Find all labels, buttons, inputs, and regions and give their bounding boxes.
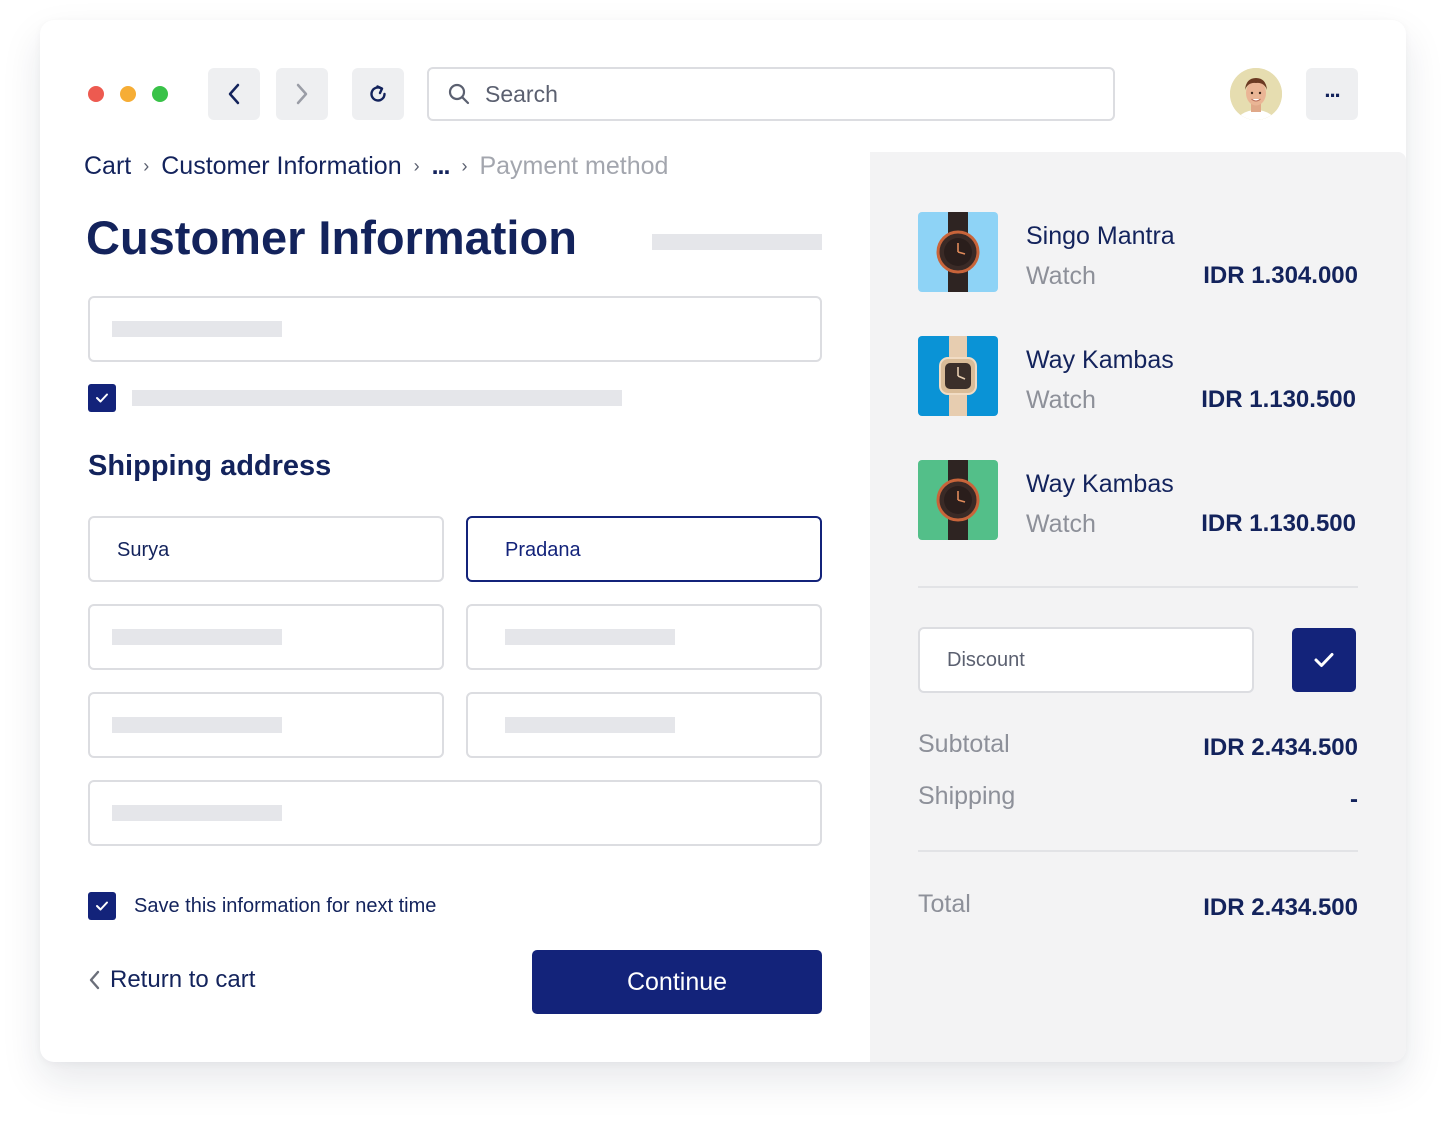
search-input[interactable] [485, 80, 1045, 108]
item-category: Watch [1026, 262, 1096, 290]
product-thumbnail [918, 212, 998, 292]
reload-button[interactable] [352, 68, 404, 120]
window-minimize-dot[interactable] [120, 86, 136, 102]
field-placeholder-bar [112, 321, 282, 337]
chevron-right-icon [296, 83, 308, 105]
cart-item: Way Kambas Watch IDR 1.130.500 [918, 336, 1358, 418]
postal-code-field[interactable] [466, 692, 822, 758]
breadcrumb-cart[interactable]: Cart [84, 152, 131, 181]
checkbox-label-placeholder [132, 390, 622, 406]
product-thumbnail [918, 336, 998, 416]
newsletter-checkbox[interactable] [88, 384, 116, 412]
title-placeholder-bar [652, 234, 822, 250]
first-name-field[interactable]: Surya [88, 516, 444, 582]
continue-button[interactable]: Continue [532, 950, 822, 1014]
discount-field[interactable] [918, 627, 1254, 693]
item-name: Way Kambas [1026, 470, 1174, 498]
shipping-address-title: Shipping address [88, 450, 332, 482]
cart-item: Way Kambas Watch IDR 1.130.500 [918, 460, 1358, 542]
forward-button[interactable] [276, 68, 328, 120]
user-avatar-icon [1230, 68, 1282, 120]
apartment-field[interactable] [466, 604, 822, 670]
search-icon [448, 83, 470, 105]
avatar[interactable] [1230, 68, 1282, 120]
item-price: IDR 1.304.000 [1203, 262, 1358, 289]
check-icon [96, 901, 108, 911]
item-name: Singo Mantra [1026, 222, 1175, 250]
return-to-cart-label: Return to cart [110, 966, 256, 993]
back-button[interactable] [208, 68, 260, 120]
breadcrumb-ellipsis[interactable]: ... [432, 152, 451, 181]
summary-divider [918, 850, 1358, 852]
chevron-left-icon [89, 970, 100, 990]
reload-icon [370, 85, 386, 102]
window-close-dot[interactable] [88, 86, 104, 102]
field-placeholder-bar [505, 717, 675, 733]
breadcrumb: Cart › Customer Information › ... › Paym… [84, 152, 668, 181]
check-icon [1314, 653, 1334, 667]
more-icon: ... [1324, 77, 1340, 102]
total-label: Total [918, 890, 971, 918]
breadcrumb-payment-method[interactable]: Payment method [479, 152, 668, 181]
phone-field[interactable] [88, 780, 822, 846]
total-value: IDR 2.434.500 [1203, 894, 1358, 921]
item-category: Watch [1026, 386, 1096, 414]
save-info-label[interactable]: Save this information for next time [134, 895, 436, 918]
window-maximize-dot[interactable] [152, 86, 168, 102]
search-bar[interactable] [427, 67, 1115, 121]
item-name: Way Kambas [1026, 346, 1174, 374]
discount-input[interactable] [947, 648, 1227, 672]
field-placeholder-bar [505, 629, 675, 645]
chevron-left-icon [228, 83, 240, 105]
check-icon [96, 393, 108, 403]
watch-icon [936, 460, 980, 540]
field-placeholder-bar [112, 629, 282, 645]
breadcrumb-customer-information[interactable]: Customer Information [161, 152, 401, 181]
item-price: IDR 1.130.500 [1201, 386, 1356, 413]
first-name-value: Surya [117, 539, 170, 561]
watch-icon [936, 212, 980, 292]
shipping-label: Shipping [918, 782, 1016, 810]
field-placeholder-bar [112, 717, 282, 733]
save-info-checkbox[interactable] [88, 892, 116, 920]
summary-divider [918, 586, 1358, 588]
chevron-right-icon: › [413, 156, 420, 176]
apply-discount-button[interactable] [1292, 628, 1356, 692]
item-category: Watch [1026, 510, 1096, 538]
address-field[interactable] [88, 604, 444, 670]
contact-field[interactable] [88, 296, 822, 362]
last-name-value: Pradana [505, 539, 581, 561]
order-summary-panel: Singo Mantra Watch IDR 1.304.000 Way Kam… [870, 152, 1406, 1062]
shipping-value: - [1350, 786, 1358, 813]
chevron-right-icon: › [143, 156, 150, 176]
page-title: Customer Information [86, 211, 577, 264]
product-thumbnail [918, 460, 998, 540]
subtotal-value: IDR 2.434.500 [1203, 734, 1358, 761]
cart-item: Singo Mantra Watch IDR 1.304.000 [918, 212, 1358, 294]
last-name-field[interactable]: Pradana [466, 516, 822, 582]
watch-icon [939, 336, 977, 416]
city-field[interactable] [88, 692, 444, 758]
field-placeholder-bar [112, 805, 282, 821]
browser-window: ... Cart › Customer Information › ... › … [40, 20, 1406, 1062]
chevron-right-icon: › [461, 156, 468, 176]
subtotal-label: Subtotal [918, 730, 1010, 758]
return-to-cart-link[interactable]: Return to cart [88, 966, 255, 994]
more-button[interactable]: ... [1306, 68, 1358, 120]
item-price: IDR 1.130.500 [1201, 510, 1356, 537]
